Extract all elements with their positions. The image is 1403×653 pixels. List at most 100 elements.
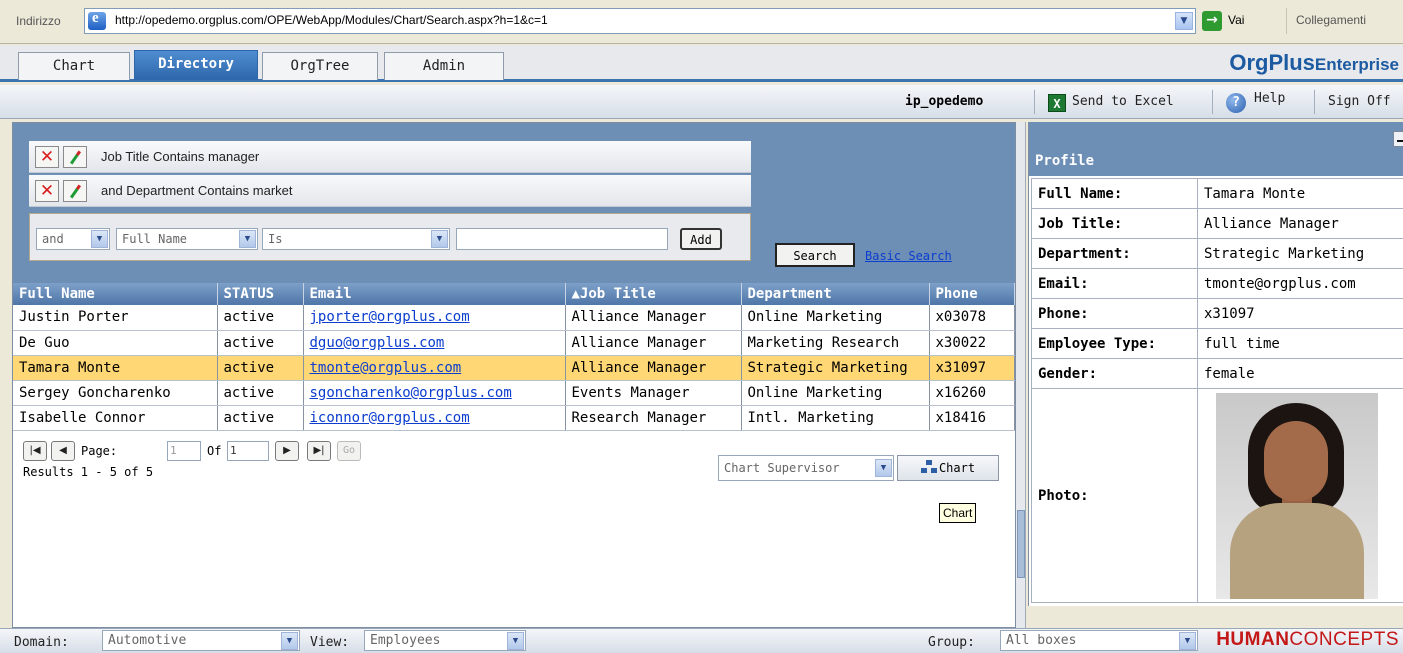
- profile-header: Profile: [1029, 122, 1403, 176]
- domain-select[interactable]: Automotive ▼: [102, 630, 300, 651]
- cell-email: tmonte@orgplus.com: [303, 355, 566, 381]
- bottom-bar: Domain: Automotive ▼ View: Employees ▼ Gro…: [0, 628, 1403, 653]
- go-page-button[interactable]: Go: [337, 441, 361, 461]
- tab-label: Chart: [52, 58, 96, 74]
- browser-address-bar: Indirizzo http://opedemo.orgplus.com/OPE…: [0, 0, 1403, 44]
- current-user: ip_opedemo: [905, 94, 984, 109]
- last-page-icon[interactable]: ▶|: [307, 441, 331, 461]
- operator-select[interactable]: Is ▼: [262, 228, 450, 250]
- directory-panel: ✕ Job Title Contains manager ✕ and Depar…: [12, 122, 1016, 628]
- advanced-search-panel: ✕ Job Title Contains manager ✕ and Depar…: [13, 123, 1015, 283]
- cell-full-name: De Guo: [13, 330, 218, 356]
- splitter-grip[interactable]: [1017, 510, 1025, 578]
- email-link[interactable]: dguo@orgplus.com: [310, 335, 445, 351]
- profile-field-label: Full Name:: [1031, 178, 1198, 209]
- chart-button[interactable]: Chart: [897, 455, 999, 481]
- cell-job-title: Alliance Manager: [565, 355, 742, 381]
- profile-row: Department: Strategic Marketing: [1031, 238, 1403, 269]
- connector-select[interactable]: and ▼: [36, 228, 110, 250]
- tab-label: Admin: [422, 58, 466, 74]
- first-page-icon[interactable]: |◀: [23, 441, 47, 461]
- cell-status: active: [217, 305, 304, 331]
- group-select[interactable]: All boxes ▼: [1000, 630, 1198, 651]
- chart-by-select[interactable]: Chart Supervisor ▼: [718, 455, 894, 481]
- address-label: Indirizzo: [16, 14, 61, 28]
- table-row[interactable]: Isabelle Connor active iconnor@orgplus.c…: [13, 405, 1015, 431]
- profile-field-value: full time: [1197, 328, 1403, 359]
- email-link[interactable]: jporter@orgplus.com: [310, 309, 470, 325]
- employee-photo: [1216, 393, 1378, 599]
- chevron-down-icon: ▼: [507, 632, 524, 650]
- basic-search-link[interactable]: Basic Search: [865, 249, 952, 263]
- column-header[interactable]: Full Name: [13, 283, 218, 305]
- domain-value: Automotive: [108, 633, 187, 648]
- excel-icon: X: [1048, 94, 1066, 112]
- add-criteria-row: and ▼ Full Name ▼ Is ▼ Add: [29, 213, 751, 261]
- links-button[interactable]: Collegamenti: [1296, 13, 1366, 27]
- table-header-row: Full Name STATUS Email ▲Job Title Depart…: [13, 283, 1015, 305]
- cell-status: active: [217, 355, 304, 381]
- profile-field-value: female: [1197, 358, 1403, 389]
- help-icon: ?: [1226, 93, 1246, 113]
- panel-splitter[interactable]: [1016, 122, 1026, 628]
- field-select[interactable]: Full Name ▼: [116, 228, 258, 250]
- table-row[interactable]: Sergey Goncharenko active sgoncharenko@o…: [13, 380, 1015, 406]
- go-button[interactable]: → Vai: [1200, 8, 1282, 34]
- help-button[interactable]: ? Help: [1226, 91, 1285, 113]
- send-to-excel-button[interactable]: X Send to Excel: [1048, 94, 1174, 112]
- minimize-icon[interactable]: [1393, 131, 1403, 147]
- sign-off-button[interactable]: Sign Off: [1328, 94, 1391, 109]
- url-text[interactable]: http://opedemo.orgplus.com/OPE/WebApp/Mo…: [115, 13, 548, 27]
- profile-row: Full Name: Tamara Monte: [1031, 178, 1403, 209]
- search-button[interactable]: Search: [775, 243, 855, 267]
- remove-criteria-icon[interactable]: ✕: [35, 146, 59, 168]
- email-link[interactable]: sgoncharenko@orgplus.com: [310, 385, 512, 401]
- column-header[interactable]: Phone: [929, 283, 1015, 305]
- criteria-value-input[interactable]: [456, 228, 668, 250]
- profile-row: Job Title: Alliance Manager: [1031, 208, 1403, 239]
- criteria-row: ✕ and Department Contains market: [29, 175, 751, 207]
- page-input[interactable]: 1: [167, 441, 201, 461]
- divider: [1314, 90, 1315, 114]
- edit-criteria-icon[interactable]: [63, 146, 87, 168]
- email-link[interactable]: tmonte@orgplus.com: [310, 360, 462, 376]
- photo-face: [1264, 421, 1328, 501]
- humanconcepts-logo: HUMANCONCEPTS: [1216, 629, 1399, 651]
- tab-directory[interactable]: Directory: [134, 50, 258, 80]
- operator-value: Is: [268, 232, 283, 246]
- cell-department: Online Marketing: [741, 380, 930, 406]
- divider: [1034, 90, 1035, 114]
- column-header-sorted[interactable]: ▲Job Title: [565, 283, 742, 305]
- chevron-down-icon[interactable]: ▼: [1175, 12, 1193, 30]
- chevron-down-icon: ▼: [875, 459, 892, 477]
- profile-field-label: Email:: [1031, 268, 1198, 299]
- profile-row: Photo:: [1031, 388, 1403, 603]
- column-header[interactable]: Department: [741, 283, 930, 305]
- column-header[interactable]: Email: [303, 283, 566, 305]
- url-field[interactable]: http://opedemo.orgplus.com/OPE/WebApp/Mo…: [84, 8, 1196, 34]
- criteria-text: and Department Contains market: [101, 183, 293, 198]
- orgplus-logo: OrgPlusEnterprise: [1229, 50, 1399, 76]
- tab-admin[interactable]: Admin: [384, 52, 504, 80]
- prev-page-icon[interactable]: ◀: [51, 441, 75, 461]
- table-row[interactable]: De Guo active dguo@orgplus.com Alliance …: [13, 330, 1015, 356]
- tab-orgtree[interactable]: OrgTree: [262, 52, 378, 80]
- chevron-down-icon: ▼: [91, 230, 108, 248]
- column-header[interactable]: STATUS: [217, 283, 304, 305]
- email-link[interactable]: iconnor@orgplus.com: [310, 410, 470, 426]
- remove-criteria-icon[interactable]: ✕: [35, 180, 59, 202]
- next-page-icon[interactable]: ▶: [275, 441, 299, 461]
- profile-row: Employee Type: full time: [1031, 328, 1403, 359]
- brand-name: OrgPlus: [1229, 50, 1315, 75]
- table-row-selected[interactable]: Tamara Monte active tmonte@orgplus.com A…: [13, 355, 1015, 381]
- edit-criteria-icon[interactable]: [63, 180, 87, 202]
- go-arrow-icon: →: [1202, 11, 1222, 31]
- tab-chart[interactable]: Chart: [18, 52, 130, 80]
- view-select[interactable]: Employees ▼: [364, 630, 526, 651]
- criteria-row: ✕ Job Title Contains manager: [29, 141, 751, 173]
- cell-job-title: Research Manager: [565, 405, 742, 431]
- table-row[interactable]: Justin Porter active jporter@orgplus.com…: [13, 305, 1015, 331]
- add-criteria-button[interactable]: Add: [680, 228, 722, 250]
- cell-department: Strategic Marketing: [741, 355, 930, 381]
- divider: [1212, 90, 1213, 114]
